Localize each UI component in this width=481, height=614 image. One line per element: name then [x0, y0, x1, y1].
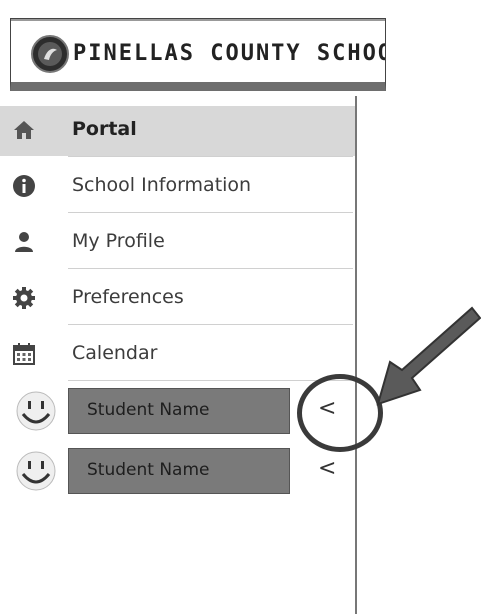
sidebar-item-label: Calendar — [72, 342, 158, 364]
student-name-label: Student Name — [87, 400, 210, 420]
sidebar-item-student[interactable]: Student Name < — [0, 442, 355, 498]
divider — [68, 212, 353, 213]
student-name-box[interactable]: Student Name — [68, 388, 290, 434]
sidebar-item-school-information[interactable]: School Information — [0, 162, 355, 212]
divider — [68, 324, 353, 325]
divider — [68, 268, 353, 269]
header-logo-band: PINELLAS COUNTY SCHOOL — [10, 18, 386, 91]
student-name-box[interactable]: Student Name — [68, 448, 290, 494]
annotation-arrow-icon — [376, 306, 481, 406]
smiley-icon — [15, 450, 57, 492]
sidebar-item-label: School Information — [72, 174, 252, 196]
district-name: PINELLAS COUNTY SCHOOL — [73, 41, 386, 66]
sidebar-item-my-profile[interactable]: My Profile — [0, 218, 355, 268]
user-icon — [12, 230, 36, 254]
divider — [68, 156, 353, 157]
gear-icon — [12, 286, 36, 310]
sidebar-item-portal[interactable]: Portal — [0, 106, 355, 156]
sidebar-item-label: My Profile — [72, 230, 165, 252]
chevron-left-icon[interactable]: < — [318, 456, 336, 481]
student-name-label: Student Name — [87, 460, 210, 480]
sidebar-item-label: Preferences — [72, 286, 184, 308]
smiley-icon — [15, 390, 57, 432]
sidebar: Portal School Information My Profile Pre… — [0, 102, 355, 614]
district-logo-icon — [31, 35, 69, 73]
calendar-icon — [12, 342, 36, 366]
home-icon — [12, 118, 36, 142]
annotation-circle — [297, 374, 383, 452]
sidebar-divider — [355, 96, 357, 614]
sidebar-item-calendar[interactable]: Calendar — [0, 330, 355, 380]
sidebar-item-label: Portal — [72, 118, 137, 140]
sidebar-item-preferences[interactable]: Preferences — [0, 274, 355, 324]
divider — [68, 380, 353, 381]
info-icon — [12, 174, 36, 198]
